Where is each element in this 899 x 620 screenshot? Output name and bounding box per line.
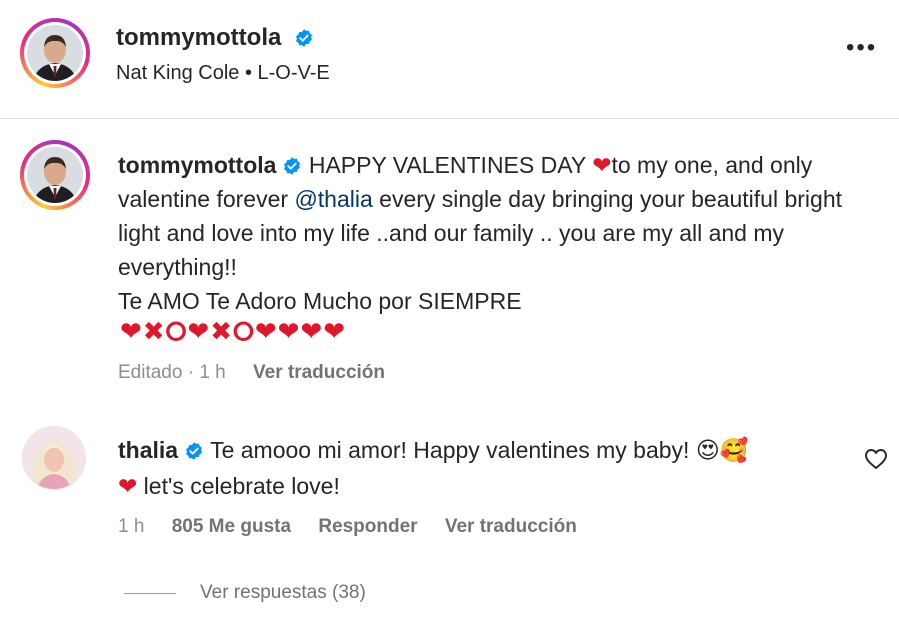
comment-meta: 1 h 805 Me gusta Responder Ver traducció… (118, 516, 599, 538)
comment-translate-link[interactable]: Ver traducción (445, 516, 577, 537)
verified-icon (284, 157, 301, 175)
comment: thalia Te amooo mi amor! Happy valentine… (118, 432, 838, 504)
verified-icon (296, 29, 312, 47)
caption-translate-link[interactable]: Ver traducción (253, 362, 385, 383)
caption-author-photo (27, 147, 83, 203)
comment-time: 1 h (118, 516, 145, 537)
red-heart-icon: ❤ (118, 473, 138, 499)
comment-text-1: Te amooo mi amor! Happy valentines my ba… (210, 437, 690, 463)
view-replies-label[interactable]: Ver respuestas (38) (200, 582, 366, 604)
verified-icon (186, 442, 202, 460)
post-author-username[interactable]: tommymottola (116, 24, 281, 51)
heart-eyes-emoji-icon: 😍 (695, 437, 720, 463)
cross-icon: ✖ (142, 316, 166, 346)
post-author[interactable]: tommymottola (116, 24, 314, 52)
heart-icon: ❤ (187, 316, 211, 346)
heart-icon: ❤ (254, 316, 278, 346)
post-caption: tommymottola HAPPY VALENTINES DAY ❤to my… (118, 148, 858, 318)
author-avatar[interactable] (20, 18, 90, 88)
like-heart-icon[interactable] (864, 448, 888, 470)
reply-button[interactable]: Responder (318, 516, 417, 537)
comment-text-2: let's celebrate love! (143, 473, 340, 499)
heart-icon: ❤ (300, 316, 324, 346)
caption-mention[interactable]: @thalia (294, 186, 372, 212)
replies-divider-line (124, 592, 176, 594)
more-options-icon[interactable]: ••• (846, 36, 877, 60)
ring-icon: ⭘ (165, 316, 188, 346)
author-photo (27, 25, 83, 81)
caption-meta: Editado · 1 h Ver traducción (118, 362, 385, 384)
red-heart-icon: ❤ (592, 152, 612, 178)
smiling-hearts-emoji-icon: 🥰 (719, 437, 749, 463)
post-audio[interactable]: Nat King Cole • L-O-V-E (116, 62, 330, 85)
caption-text-4: Te AMO Te Adoro Mucho por SIEMPRE (118, 288, 522, 314)
heart-icon: ❤ (323, 316, 346, 346)
caption-username[interactable]: tommymottola (118, 152, 276, 178)
ring-icon: ⭘ (233, 316, 255, 346)
view-replies-button[interactable]: Ver respuestas (38) (124, 582, 366, 604)
divider (0, 118, 899, 119)
heart-icon: ❤ (120, 316, 143, 346)
cross-icon: ✖ (210, 316, 233, 346)
comment-username[interactable]: thalia (118, 437, 178, 463)
comment-likes[interactable]: 805 Me gusta (172, 516, 291, 537)
commenter-avatar[interactable] (22, 426, 86, 490)
commenter-photo (23, 427, 85, 489)
caption-avatar[interactable] (20, 140, 90, 210)
caption-edited-time: Editado · 1 h (118, 362, 226, 383)
heart-icon: ❤ (277, 316, 301, 346)
caption-text-1: HAPPY VALENTINES DAY (308, 152, 586, 178)
caption-emoji-row: ❤✖⭘❤✖⭘❤❤❤❤ (120, 316, 346, 346)
